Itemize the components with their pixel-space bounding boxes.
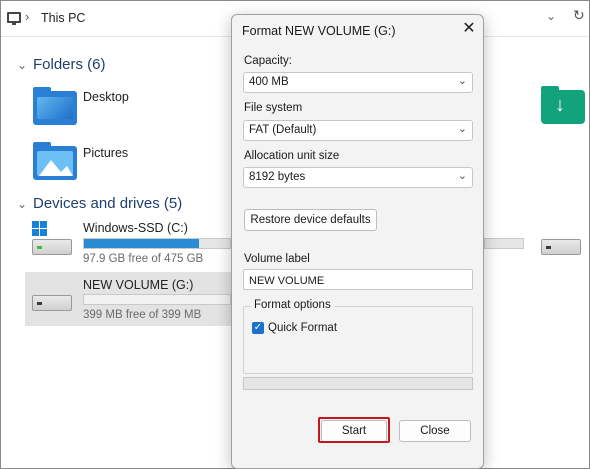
drive-name-g[interactable]: NEW VOLUME (G:) [83,278,193,292]
quick-format-label[interactable]: Quick Format [268,322,337,334]
collapse-folders-icon[interactable]: ⌄ [17,58,27,72]
drive-usage-bar-g [83,294,231,305]
filesystem-value: FAT (Default) [249,124,317,136]
drive-free-g: 399 MB free of 399 MB [83,309,202,321]
folders-header[interactable]: Folders (6) [33,56,106,73]
format-progress-bar [243,377,473,390]
capacity-label: Capacity: [244,55,292,67]
chevron-down-icon[interactable]: ⌄ [546,9,556,23]
dialog-title: Format NEW VOLUME (G:) [242,24,396,38]
breadcrumb-location[interactable]: This PC [41,11,85,25]
format-options-group: Format options ✓ Quick Format [243,299,473,374]
restore-defaults-button[interactable]: Restore device defaults [244,209,377,231]
chevron-down-icon: ⌄ [457,75,467,87]
volume-label-label: Volume label [244,253,310,265]
allocation-label: Allocation unit size [244,150,340,162]
format-dialog: Format NEW VOLUME (G:) ✕ Capacity: 400 M… [231,14,484,469]
download-arrow-icon: ↓ [555,94,565,116]
allocation-value: 8192 bytes [249,171,306,183]
close-button[interactable]: Close [399,420,471,442]
start-highlight-box [318,417,390,443]
mountain-icon [37,151,73,176]
external-drive-icon[interactable] [541,239,581,255]
format-options-label: Format options [251,299,334,311]
collapse-devices-icon[interactable]: ⌄ [17,197,27,211]
breadcrumb-chevron-icon: › [25,9,30,24]
devices-header[interactable]: Devices and drives (5) [33,195,182,212]
this-pc-icon [7,12,21,25]
downloads-folder-icon[interactable]: ↓ [541,86,585,124]
chevron-down-icon: ⌄ [457,170,467,182]
allocation-select[interactable]: 8192 bytes ⌄ [243,167,473,188]
desktop-folder-icon[interactable] [33,87,77,125]
refresh-icon[interactable]: ↻ [573,7,585,24]
close-icon[interactable]: ✕ [458,18,480,40]
drive-name-c[interactable]: Windows-SSD (C:) [83,221,188,235]
capacity-select[interactable]: 400 MB ⌄ [243,72,473,93]
drive-usage-bar-other [484,238,524,249]
pictures-folder-icon[interactable] [33,142,77,180]
capacity-value: 400 MB [249,76,289,88]
volume-label-input[interactable] [243,269,473,290]
filesystem-label: File system [244,102,303,114]
ssd-drive-icon[interactable] [32,239,72,255]
filesystem-select[interactable]: FAT (Default) ⌄ [243,120,473,141]
quick-format-checkbox[interactable]: ✓ [252,322,264,334]
drive-free-c: 97.9 GB free of 475 GB [83,253,204,265]
usb-drive-icon[interactable] [32,295,72,311]
drive-usage-fill-c [84,239,200,248]
chevron-down-icon: ⌄ [457,123,467,135]
folder-label-pictures[interactable]: Pictures [83,146,128,160]
folder-label-desktop[interactable]: Desktop [83,90,129,104]
windows-logo-icon [32,221,48,237]
drive-usage-bar-c [83,238,231,249]
